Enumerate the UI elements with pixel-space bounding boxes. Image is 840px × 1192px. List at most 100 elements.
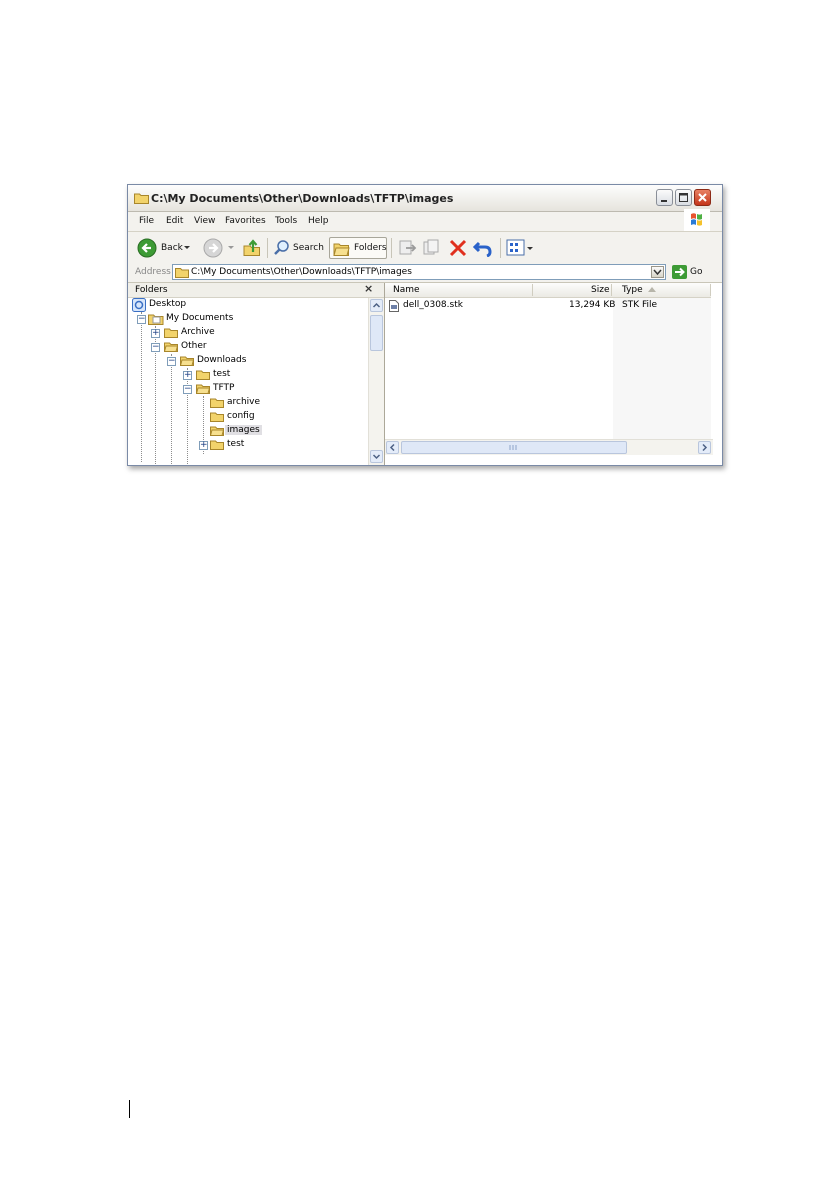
delete-icon	[449, 239, 467, 257]
collapse-icon[interactable]: −	[151, 343, 160, 352]
minimize-button[interactable]	[656, 189, 673, 206]
expand-icon[interactable]: +	[183, 371, 192, 380]
tree-label: Downloads	[197, 355, 247, 365]
chevron-down-icon	[372, 454, 381, 460]
folders-label: Folders	[354, 243, 387, 253]
expand-icon[interactable]: +	[199, 441, 208, 450]
address-label: Address	[135, 267, 171, 277]
folder-up-icon	[243, 239, 260, 256]
menu-help[interactable]: Help	[308, 216, 329, 226]
back-button[interactable]: Back	[136, 237, 184, 259]
folder-open-icon	[210, 426, 224, 436]
folder-tree: Desktop − My Documents + Archive − Other	[128, 298, 368, 465]
undo-icon	[473, 241, 492, 257]
column-divider[interactable]	[532, 284, 533, 296]
undo-button[interactable]	[472, 237, 494, 259]
menu-favorites[interactable]: Favorites	[225, 216, 266, 226]
folders-pane-title: Folders	[135, 285, 168, 295]
grip-icon	[509, 445, 517, 450]
move-to-button[interactable]	[396, 237, 418, 259]
page-margin-rule	[129, 1100, 130, 1118]
move-to-icon	[399, 240, 417, 255]
scroll-right-button[interactable]	[698, 441, 711, 454]
folder-open-icon	[164, 342, 178, 352]
address-input[interactable]: C:\My Documents\Other\Downloads\TFTP\ima…	[172, 264, 666, 280]
horizontal-scroll-thumb[interactable]	[401, 441, 627, 454]
column-type-header[interactable]: Type	[622, 285, 643, 295]
maximize-button[interactable]	[675, 189, 692, 206]
menu-file[interactable]: File	[139, 216, 154, 226]
tree-label: Other	[181, 341, 207, 351]
folders-pane-close-button[interactable]: ×	[364, 282, 373, 295]
file-list-pane: Name Size Type dell_0308.stk 13,294 KB S…	[385, 283, 722, 465]
back-label: Back	[161, 243, 183, 253]
chevron-right-icon	[702, 443, 708, 452]
search-button[interactable]: Search	[272, 237, 327, 259]
back-dropdown-icon[interactable]	[184, 246, 190, 250]
tree-label: Desktop	[149, 299, 187, 309]
menu-edit[interactable]: Edit	[166, 216, 183, 226]
up-button[interactable]	[241, 237, 263, 259]
tree-label: test	[227, 439, 245, 449]
sort-ascending-icon	[648, 287, 656, 292]
scroll-up-button[interactable]	[370, 299, 383, 312]
forward-button[interactable]	[202, 237, 224, 259]
folder-open-icon	[180, 356, 194, 366]
close-button[interactable]	[694, 189, 711, 206]
collapse-icon[interactable]: −	[183, 385, 192, 394]
collapse-icon[interactable]: −	[167, 357, 176, 366]
column-divider[interactable]	[611, 284, 612, 296]
forward-dropdown-icon[interactable]	[228, 246, 234, 250]
tree-label: archive	[227, 397, 261, 407]
folder-icon	[134, 193, 149, 204]
column-divider[interactable]	[710, 284, 711, 296]
column-size-header[interactable]: Size	[591, 285, 609, 295]
copy-to-button[interactable]	[421, 237, 443, 259]
scroll-down-button[interactable]	[370, 450, 383, 463]
folder-icon	[210, 412, 224, 422]
go-arrow-icon	[672, 265, 687, 279]
go-label: Go	[690, 267, 703, 277]
folders-pane-header: Folders ×	[128, 282, 384, 298]
collapse-icon[interactable]: −	[137, 315, 146, 324]
folders-button[interactable]: Folders	[329, 237, 387, 259]
window-title: C:\My Documents\Other\Downloads\TFTP\ima…	[151, 192, 454, 205]
expand-icon[interactable]: +	[151, 329, 160, 338]
folder-icon	[196, 370, 210, 380]
file-icon	[389, 300, 399, 312]
folders-pane: Folders × Desktop − My Documents + Archi…	[128, 282, 385, 465]
scroll-left-button[interactable]	[386, 441, 399, 454]
menu-view[interactable]: View	[194, 216, 215, 226]
file-list-horizontal-scrollbar[interactable]	[385, 439, 713, 455]
file-row[interactable]: dell_0308.stk 13,294 KB STK File	[389, 299, 709, 313]
column-name-header[interactable]: Name	[393, 285, 420, 295]
tree-line	[171, 354, 172, 465]
tree-label: My Documents	[166, 313, 234, 323]
my-documents-icon	[148, 314, 164, 325]
tree-label: Archive	[181, 327, 215, 337]
close-icon	[698, 193, 707, 202]
tree-label: config	[227, 411, 255, 421]
title-bar[interactable]: C:\My Documents\Other\Downloads\TFTP\ima…	[128, 185, 722, 212]
folder-icon	[164, 328, 178, 338]
folder-icon	[175, 268, 189, 278]
forward-arrow-icon	[203, 238, 223, 258]
delete-button[interactable]	[447, 237, 469, 259]
sorted-column-highlight	[613, 298, 711, 439]
go-button[interactable]: Go	[670, 264, 720, 280]
chevron-left-icon	[389, 443, 395, 452]
views-button[interactable]	[505, 237, 535, 259]
maximize-icon	[679, 193, 688, 202]
address-value: C:\My Documents\Other\Downloads\TFTP\ima…	[191, 267, 412, 277]
scroll-thumb[interactable]	[370, 315, 383, 351]
address-dropdown-button[interactable]	[651, 266, 664, 278]
tree-line	[141, 312, 142, 462]
folder-tree-vertical-scrollbar[interactable]	[368, 298, 384, 465]
search-label: Search	[293, 243, 324, 253]
tree-label-selected: images	[225, 425, 262, 435]
tree-line	[187, 368, 188, 465]
menu-tools[interactable]: Tools	[275, 216, 297, 226]
menu-bar: File Edit View Favorites Tools Help	[128, 212, 722, 232]
views-grid-icon	[506, 239, 533, 256]
folder-open-icon	[196, 384, 210, 394]
